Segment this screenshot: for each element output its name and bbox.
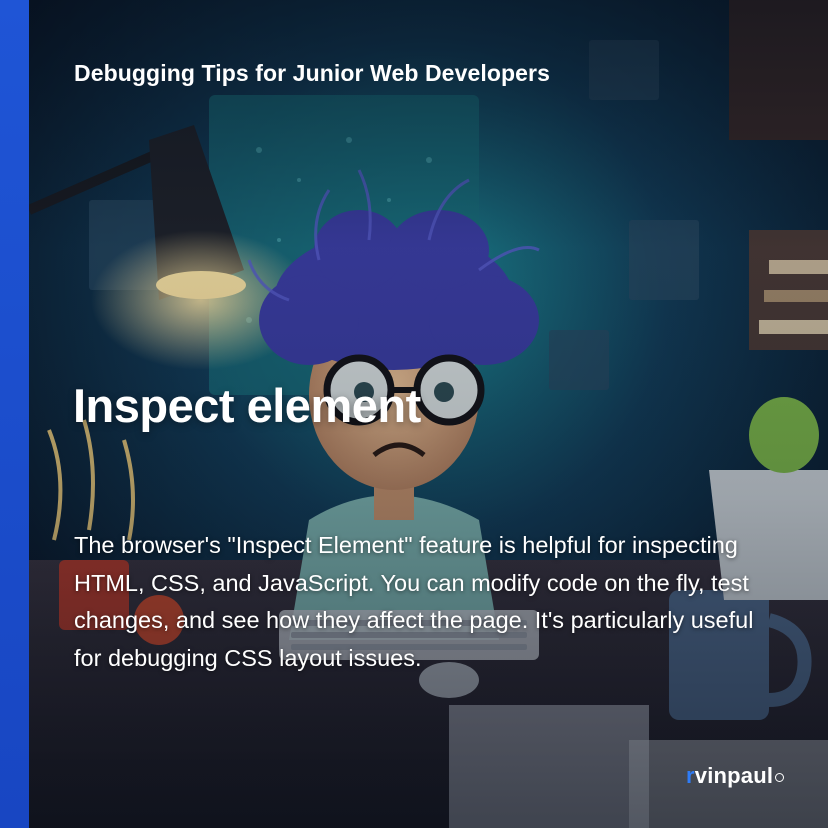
brand-logo-name: vinpaul — [694, 763, 774, 788]
series-title: Debugging Tips for Junior Web Developers — [74, 60, 550, 86]
post-card: Debugging Tips for Junior Web Developers… — [0, 0, 828, 828]
brand-logo: r vinpaul — [686, 763, 785, 789]
tip-description: The browser's "Inspect Element" feature … — [74, 532, 754, 671]
brand-logo-accent: r — [686, 763, 695, 788]
registered-mark-icon — [775, 773, 785, 782]
tip-heading: Inspect element — [73, 379, 421, 432]
accent-side-bar — [0, 0, 29, 828]
